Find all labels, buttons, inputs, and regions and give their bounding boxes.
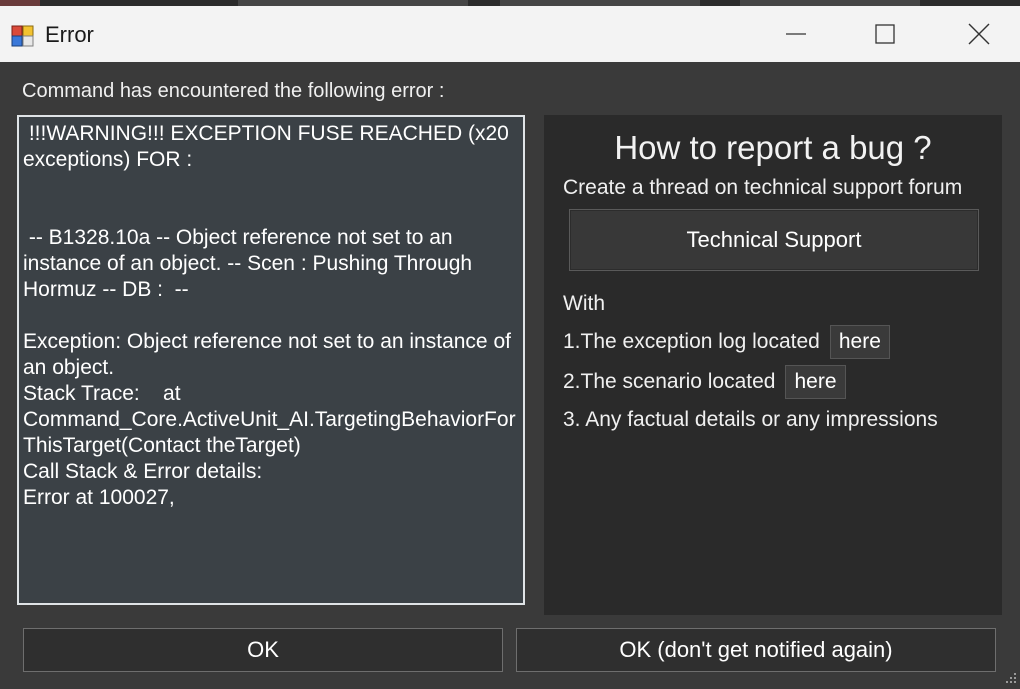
report-subtitle: Create a thread on technical support for…	[563, 176, 963, 199]
scenario-line: 2.The scenario located here	[563, 365, 846, 399]
exception-log-label: 1.The exception log located	[563, 330, 820, 353]
title-bar: Error	[0, 6, 1020, 63]
exception-log-line: 1.The exception log located here	[563, 325, 890, 359]
window-title: Error	[45, 22, 94, 47]
maximize-icon	[875, 24, 895, 44]
with-label: With	[563, 292, 605, 315]
close-button[interactable]	[950, 12, 1008, 56]
close-icon	[968, 23, 990, 45]
ok-button[interactable]: OK	[23, 628, 503, 672]
app-icon	[11, 25, 35, 47]
exception-log-here-button[interactable]: here	[829, 325, 890, 359]
scenario-label: 2.The scenario located	[563, 370, 776, 393]
resize-grip-icon[interactable]	[1005, 671, 1017, 683]
dialog-body: Command has encountered the following er…	[0, 62, 1020, 686]
minimize-icon	[786, 33, 806, 35]
technical-support-button[interactable]: Technical Support	[569, 209, 979, 271]
minimize-button[interactable]	[767, 12, 825, 56]
maximize-button[interactable]	[856, 12, 914, 56]
error-details-textbox[interactable]: !!!WARNING!!! EXCEPTION FUSE REACHED (x2…	[17, 115, 525, 605]
details-label: 3. Any factual details or any impression…	[563, 408, 938, 431]
bug-report-panel: How to report a bug ? Create a thread on…	[544, 115, 1002, 615]
error-heading: Command has encountered the following er…	[22, 80, 445, 102]
ok-dont-notify-button[interactable]: OK (don't get notified again)	[516, 628, 996, 672]
details-line: 3. Any factual details or any impression…	[563, 408, 938, 432]
report-title: How to report a bug ?	[614, 129, 932, 166]
scenario-here-button[interactable]: here	[785, 365, 846, 399]
